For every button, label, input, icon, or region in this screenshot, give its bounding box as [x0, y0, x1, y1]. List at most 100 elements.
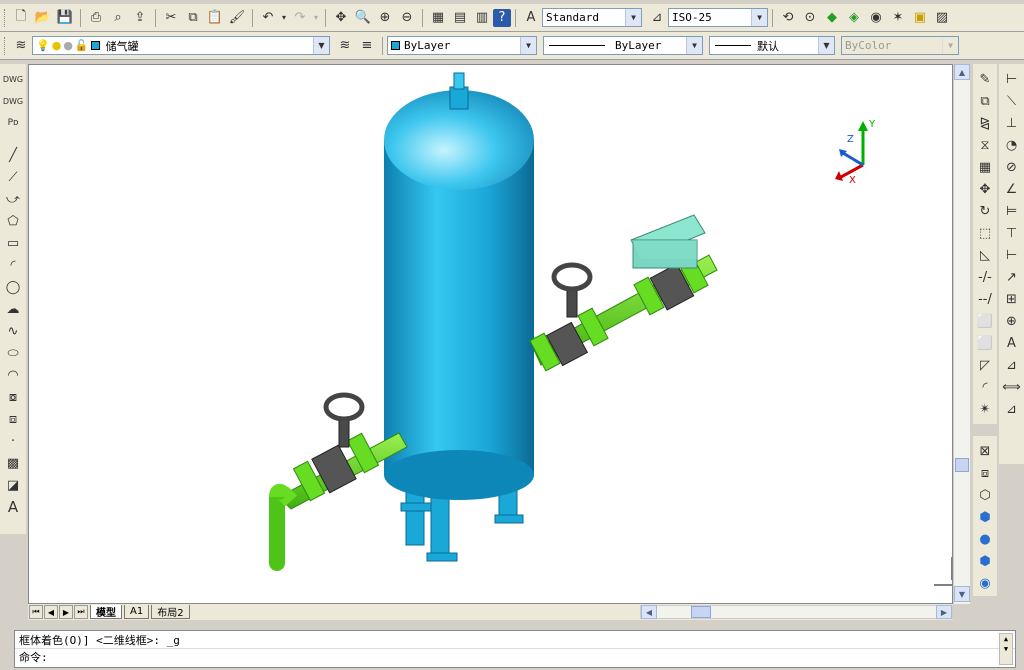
horizontal-scrollbar[interactable]: ◀ ▶ — [640, 605, 953, 619]
undo-icon[interactable]: ↶ — [257, 7, 279, 29]
move-icon[interactable]: ✥ — [975, 178, 995, 200]
zoom-3d-icon[interactable]: ⊙ — [799, 7, 821, 29]
linear-dim-icon[interactable]: ⊢ — [1002, 68, 1022, 90]
first-tab-icon[interactable]: ⏮ — [29, 605, 43, 619]
tab-a1[interactable]: A1 — [124, 605, 150, 619]
2d-wireframe-icon[interactable]: ⊠ — [975, 440, 995, 462]
scroll-left-icon[interactable]: ◀ — [641, 605, 657, 619]
vertical-scrollbar[interactable]: ▲ ▼ — [953, 64, 970, 604]
ordinate-dim-icon[interactable]: ⊥ — [1002, 112, 1022, 134]
print-icon[interactable]: ⎙ — [85, 7, 107, 29]
zoom-previous-icon[interactable]: ⊖ — [396, 7, 418, 29]
leader-icon[interactable]: ↗ — [1002, 266, 1022, 288]
hatch-icon[interactable]: ▩ — [3, 452, 23, 474]
rotate-icon[interactable]: ↻ — [975, 200, 995, 222]
baseline-dim-icon[interactable]: ⊤ — [1002, 222, 1022, 244]
polyline-icon[interactable]: ⤻ — [3, 188, 23, 210]
scale-icon[interactable]: ⬚ — [975, 222, 995, 244]
dim-style-select[interactable]: ISO-25 ▼ — [668, 8, 768, 27]
circle-icon[interactable]: ◯ — [3, 276, 23, 298]
stretch-icon[interactable]: ◺ — [975, 244, 995, 266]
last-tab-icon[interactable]: ⏭ — [74, 605, 88, 619]
3d-wireframe-icon[interactable]: ⧈ — [975, 462, 995, 484]
scroll-down-icon[interactable]: ▼ — [954, 586, 970, 602]
join-icon[interactable]: ⬜ — [975, 332, 995, 354]
tool-palettes-icon[interactable]: ▥ — [471, 7, 493, 29]
save-icon[interactable]: 💾 — [54, 7, 76, 29]
tab-layout2[interactable]: 布局2 — [151, 605, 190, 619]
angular-dim-icon[interactable]: ∠ — [1002, 178, 1022, 200]
break-icon[interactable]: ⬜ — [975, 310, 995, 332]
spline-icon[interactable]: ∿ — [3, 320, 23, 342]
horizontal-scroll-thumb[interactable] — [691, 606, 711, 618]
xref-icon[interactable]: ▨ — [931, 7, 953, 29]
materials-icon[interactable]: ◉ — [865, 7, 887, 29]
ellipse-arc-icon[interactable]: ◠ — [3, 364, 23, 386]
rectangle-icon[interactable]: ▭ — [3, 232, 23, 254]
pdf-icon[interactable]: Pᴅ — [3, 112, 23, 134]
toolbar-grip[interactable] — [4, 8, 7, 27]
make-current-icon[interactable]: ≋ — [334, 35, 356, 57]
help-icon[interactable]: ? — [493, 8, 511, 27]
drawing-canvas[interactable]: Y Z X — [28, 64, 953, 604]
scroll-up-icon[interactable]: ▲ — [954, 64, 970, 80]
tolerance-icon[interactable]: ⊞ — [1002, 288, 1022, 310]
array-icon[interactable]: ▦ — [975, 156, 995, 178]
point-icon[interactable]: · — [3, 430, 23, 452]
dim-style-icon[interactable]: ⊿ — [646, 7, 668, 29]
color-select[interactable]: ByLayer ▼ — [387, 36, 537, 55]
lineweight-select[interactable]: 默认 ▼ — [709, 36, 835, 55]
command-scroll[interactable]: ▲ ▼ — [999, 633, 1013, 665]
offset-icon[interactable]: ⧖ — [975, 134, 995, 156]
gouraud-edges-icon[interactable]: ◉ — [975, 572, 995, 594]
linetype-select[interactable]: ByLayer ▼ — [543, 36, 703, 55]
arc-icon[interactable]: ◜ — [3, 254, 23, 276]
dwg-save-icon[interactable]: DWG — [3, 90, 23, 112]
render-icon[interactable]: ◆ — [821, 7, 843, 29]
flat-shaded-icon[interactable]: ⬢ — [975, 506, 995, 528]
properties-icon[interactable]: ▦ — [427, 7, 449, 29]
design-center-icon[interactable]: ▤ — [449, 7, 471, 29]
region-icon[interactable]: ◪ — [3, 474, 23, 496]
block-icon[interactable]: ▣ — [909, 7, 931, 29]
paste-icon[interactable]: 📋 — [204, 7, 226, 29]
dim-text-edit-icon[interactable]: ⊿ — [1002, 354, 1022, 376]
polygon-icon[interactable]: ⬠ — [3, 210, 23, 232]
hidden-icon[interactable]: ⬡ — [975, 484, 995, 506]
radius-dim-icon[interactable]: ◔ — [1002, 134, 1022, 156]
dim-style-icon[interactable]: ⊿ — [1002, 398, 1022, 420]
command-prompt[interactable]: 命令: — [15, 648, 1015, 665]
dwg-open-icon[interactable]: DWG — [3, 68, 23, 90]
chamfer-icon[interactable]: ◸ — [975, 354, 995, 376]
construction-line-icon[interactable]: ⟋ — [3, 166, 23, 188]
vertical-scroll-thumb[interactable] — [955, 458, 969, 472]
orbit-icon[interactable]: ⟲ — [777, 7, 799, 29]
zoom-realtime-icon[interactable]: 🔍 — [352, 7, 374, 29]
mirror-icon[interactable]: ⧎ — [975, 112, 995, 134]
layer-select[interactable]: 💡 ● ● 🔓 储气罐 ▼ — [32, 36, 330, 55]
publish-icon[interactable]: ⇪ — [129, 7, 151, 29]
next-tab-icon[interactable]: ▶ — [59, 605, 73, 619]
redo-icon[interactable]: ↷ — [289, 7, 311, 29]
gouraud-shaded-icon[interactable]: ● — [975, 528, 995, 550]
pan-icon[interactable]: ✥ — [330, 7, 352, 29]
redo-dropdown-icon[interactable]: ▾ — [311, 7, 321, 29]
flat-edges-icon[interactable]: ⬢ — [975, 550, 995, 572]
new-file-icon[interactable]: 🗋 — [10, 7, 32, 29]
make-block-icon[interactable]: ⧈ — [3, 408, 23, 430]
text-icon[interactable]: A — [3, 496, 23, 518]
layer-manager-icon[interactable]: ≋ — [10, 35, 32, 57]
erase-icon[interactable]: ✎ — [975, 68, 995, 90]
extend-icon[interactable]: --/ — [975, 288, 995, 310]
diameter-dim-icon[interactable]: ⊘ — [1002, 156, 1022, 178]
match-properties-icon[interactable]: 🖌 — [226, 7, 248, 29]
toolbar-grip[interactable] — [4, 36, 7, 55]
lights-icon[interactable]: ✶ — [887, 7, 909, 29]
tab-model[interactable]: 模型 — [90, 605, 122, 619]
cut-icon[interactable]: ✂ — [160, 7, 182, 29]
prev-tab-icon[interactable]: ◀ — [44, 605, 58, 619]
dim-edit-icon[interactable]: A — [1002, 332, 1022, 354]
open-file-icon[interactable]: 📂 — [32, 7, 54, 29]
dim-update-icon[interactable]: ⟺ — [1002, 376, 1022, 398]
zoom-window-icon[interactable]: ⊕ — [374, 7, 396, 29]
